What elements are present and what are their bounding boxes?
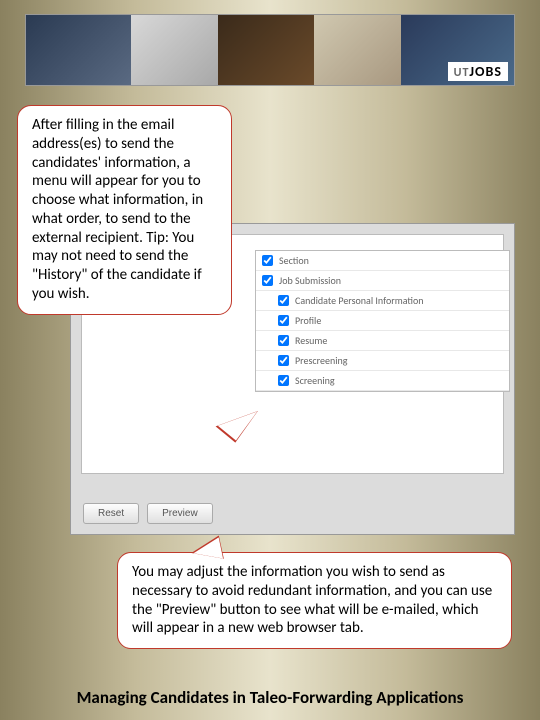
checkbox-profile[interactable] xyxy=(278,315,289,326)
option-label: Job Submission xyxy=(279,274,341,287)
callout-top: After filling in the email address(es) t… xyxy=(17,105,232,315)
option-label: Candidate Personal Information xyxy=(295,294,424,307)
banner-photo-2 xyxy=(131,15,218,85)
reset-button[interactable]: Reset xyxy=(83,503,139,524)
options-panel: Section Job Submission Candidate Persona… xyxy=(255,250,510,392)
callout-text: You may adjust the information you wish … xyxy=(132,563,492,637)
checkbox-job-submission[interactable] xyxy=(262,275,273,286)
option-profile[interactable]: Profile xyxy=(256,311,509,331)
callout-text: After filling in the email address(es) t… xyxy=(32,116,203,303)
banner-photo-1 xyxy=(26,15,131,85)
header-banner: UTJOBS xyxy=(25,14,515,86)
option-label: Section xyxy=(279,254,309,267)
preview-button[interactable]: Preview xyxy=(147,503,213,524)
checkbox-resume[interactable] xyxy=(278,335,289,346)
checkbox-cpi[interactable] xyxy=(278,295,289,306)
option-resume[interactable]: Resume xyxy=(256,331,509,351)
button-row: Reset Preview xyxy=(83,503,213,524)
banner-photo-3 xyxy=(218,15,314,85)
option-label: Screening xyxy=(295,374,335,387)
option-label: Profile xyxy=(295,314,321,327)
option-label: Prescreening xyxy=(295,354,347,367)
option-section[interactable]: Section xyxy=(256,251,509,271)
checkbox-prescreening[interactable] xyxy=(278,355,289,366)
callout-bottom: You may adjust the information you wish … xyxy=(117,552,512,649)
checkbox-screening[interactable] xyxy=(278,375,289,386)
callout-tail xyxy=(218,411,264,444)
banner-photo-4 xyxy=(314,15,401,85)
banner-photo-5: UTJOBS xyxy=(401,15,514,85)
option-job-submission[interactable]: Job Submission xyxy=(256,271,509,291)
option-prescreening[interactable]: Prescreening xyxy=(256,351,509,371)
option-label: Resume xyxy=(295,334,327,347)
checkbox-section[interactable] xyxy=(262,255,273,266)
option-screening[interactable]: Screening xyxy=(256,371,509,391)
ut-jobs-logo: UTJOBS xyxy=(448,62,508,81)
option-candidate-personal-info[interactable]: Candidate Personal Information xyxy=(256,291,509,311)
page-title: Managing Candidates in Taleo-Forwarding … xyxy=(0,687,540,708)
